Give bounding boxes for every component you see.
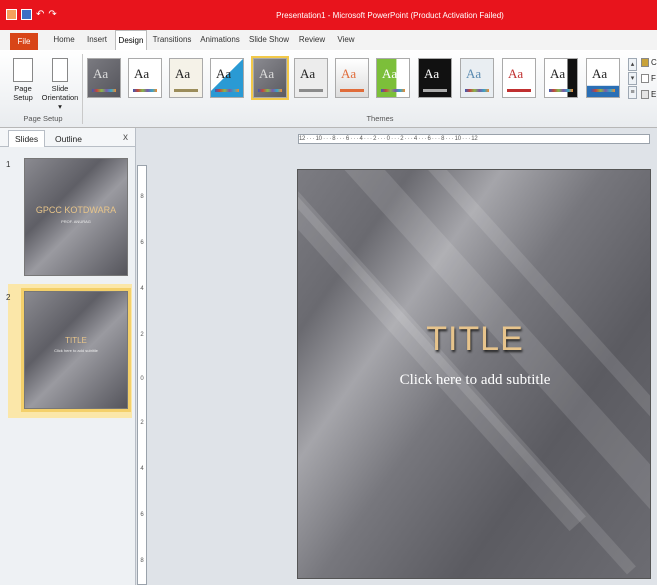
thumbnail-subtitle: Click here to add subtitle [54, 348, 98, 353]
undo-icon[interactable]: ↶ [36, 9, 44, 20]
slide-orientation-button[interactable]: Slide Orientation ▾ [40, 56, 80, 112]
theme-thumbnail[interactable]: Aa [376, 58, 410, 98]
theme-thumbnail[interactable]: Aa [87, 58, 121, 98]
theme-thumbnail[interactable]: Aa [294, 58, 328, 98]
gallery-more-icon[interactable]: ≡ [628, 86, 637, 99]
slide-number: 1 [6, 160, 11, 169]
theme-thumbnail[interactable]: Aa [544, 58, 578, 98]
tab-slide-show[interactable]: Slide Show [247, 30, 291, 50]
slide-thumbnail-selected[interactable]: TITLE Click here to add subtitle [21, 288, 131, 412]
theme-thumbnail[interactable]: Aa [418, 58, 452, 98]
tab-view[interactable]: View [333, 30, 359, 50]
colors-button[interactable]: C [641, 58, 657, 67]
theme-thumbnail-selected[interactable]: Aa [251, 56, 289, 100]
page-setup-button[interactable]: Page Setup [6, 56, 40, 112]
group-separator [82, 54, 83, 124]
tab-file[interactable]: File [10, 33, 38, 50]
tab-slides[interactable]: Slides [8, 130, 46, 147]
slide-number: 2 [6, 293, 11, 302]
tab-design[interactable]: Design [115, 30, 147, 51]
tab-outline[interactable]: Outline [48, 130, 89, 148]
slides-pane: Slides Outline x 1 GPCC KOTDWARA PROF. A… [0, 128, 136, 585]
tab-insert[interactable]: Insert [84, 30, 110, 50]
tab-animations[interactable]: Animations [199, 30, 241, 50]
pane-tabs: Slides Outline x [0, 128, 135, 147]
effects-button[interactable]: E [641, 90, 656, 99]
save-icon[interactable] [21, 9, 32, 20]
horizontal-ruler: 12 · · · 10 · · · 8 · · · 6 · · · 4 · · … [298, 134, 650, 144]
theme-thumbnail[interactable]: Aa [502, 58, 536, 98]
gallery-scroll-up-icon[interactable]: ▴ [628, 58, 637, 71]
theme-thumbnail[interactable]: Aa [169, 58, 203, 98]
theme-thumbnail[interactable]: Aa [210, 58, 244, 98]
ribbon-tabs: File Home Insert Design Transitions Anim… [0, 30, 657, 51]
gallery-scroll-down-icon[interactable]: ▾ [628, 72, 637, 85]
effects-icon [641, 90, 649, 99]
slide-subtitle-placeholder[interactable]: Click here to add subtitle [298, 372, 650, 389]
theme-thumbnail[interactable]: Aa [335, 58, 369, 98]
ribbon: Page Setup Slide Orientation ▾ Page Setu… [0, 50, 657, 128]
thumbnail-subtitle: PROF. ANURAG [61, 219, 91, 224]
theme-thumbnail[interactable]: Aa [460, 58, 494, 98]
theme-thumbnail[interactable]: Aa [128, 58, 162, 98]
window-title: Presentation1 - Microsoft PowerPoint (Pr… [276, 11, 504, 20]
page-setup-group-label: Page Setup [23, 114, 63, 123]
page-setup-icon [13, 58, 33, 82]
quick-access-toolbar: ↶ ↷ [6, 9, 57, 20]
redo-icon[interactable]: ↷ [48, 9, 56, 20]
vertical-ruler: 8 6 4 2 0 2 4 6 8 [137, 165, 147, 585]
main-slide-canvas[interactable]: TITLE Click here to add subtitle [297, 169, 651, 579]
fonts-icon [641, 74, 649, 83]
tab-transitions[interactable]: Transitions [151, 30, 193, 50]
thumbnail-title: TITLE [65, 336, 87, 345]
colors-icon [641, 58, 649, 67]
slide-thumbnail[interactable]: GPCC KOTDWARA PROF. ANURAG [24, 158, 128, 276]
theme-thumbnail[interactable]: Aa [586, 58, 620, 98]
close-pane-icon[interactable]: x [123, 132, 128, 143]
title-bar: ↶ ↷ Presentation1 - Microsoft PowerPoint… [0, 0, 657, 30]
thumbnail-title: GPCC KOTDWARA [35, 205, 117, 215]
slide-orientation-icon [52, 58, 68, 82]
tab-home[interactable]: Home [50, 30, 78, 50]
fonts-button[interactable]: F [641, 74, 656, 83]
powerpoint-icon[interactable] [6, 9, 17, 20]
themes-group-label: Themes [366, 114, 394, 123]
slide-title[interactable]: TITLE [298, 320, 650, 359]
tab-review[interactable]: Review [297, 30, 327, 50]
